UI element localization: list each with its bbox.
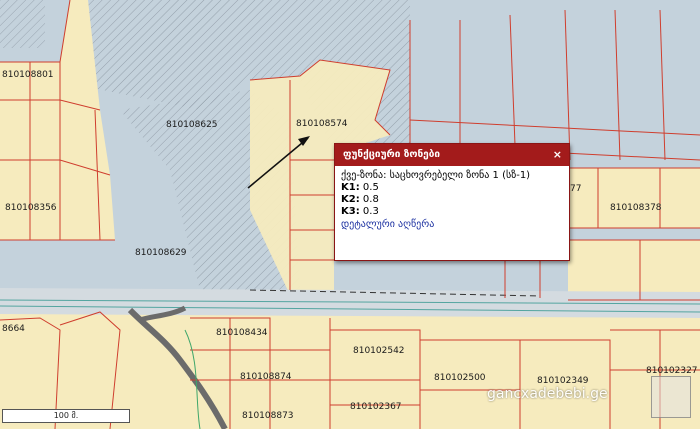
popup-header: ფუნქციური ზონები × [335,144,569,166]
k2-value: 0.8 [362,194,379,205]
parcel-label[interactable]: 8664 [2,324,25,334]
close-icon[interactable]: × [553,144,562,166]
k2-row: K2: 0.8 [341,194,563,206]
functional-zones-popup: ფუნქციური ზონები × ქვე-ზონა: საცხოვრებელ… [334,143,570,261]
popup-title: ფუნქციური ზონები [343,149,440,160]
k1-row: K1: 0.5 [341,182,563,194]
hatched-area-west [0,0,45,48]
residential-zone-east-mid [568,168,700,228]
watermark-text: gancxadebebi.ge [487,386,608,402]
parcel-label[interactable]: 810108434 [216,328,268,338]
parcel-label[interactable]: 810108356 [5,203,57,213]
cadastral-map[interactable]: 810108801 810108625 810108574 810108356 … [0,0,700,429]
parcel-label[interactable]: 810108625 [166,120,218,130]
parcel-label[interactable]: 810108801 [2,70,54,80]
k3-row: K3: 0.3 [341,206,563,218]
parcel-label[interactable]: 810102327 [646,366,698,376]
k2-label: K2: [341,194,360,205]
popup-body: ქვე-ზონა: საცხოვრებელი ზონა 1 (სზ-1) K1:… [335,166,569,235]
zone-value: საცხოვრებელი ზონა 1 (სზ-1) [389,170,531,181]
parcel-label[interactable]: 810108874 [240,372,292,382]
k3-value: 0.3 [362,206,379,217]
k1-value: 0.5 [362,182,379,193]
residential-zone-east-low [568,240,700,300]
parcel-label[interactable]: 810108378 [610,203,662,213]
parcel-label[interactable]: 810102500 [434,373,486,383]
scale-label: 100 მ. [53,411,79,420]
zone-label: ქვე-ზონა: [341,170,387,181]
watermark-stamp-icon [651,376,691,418]
detailed-description-link[interactable]: დეტალური აღწერა [341,219,434,231]
k1-label: K1: [341,182,360,193]
k3-label: K3: [341,206,360,217]
parcel-label[interactable]: 810102542 [353,346,405,356]
scale-bar: 100 მ. [2,409,130,423]
parcel-label[interactable]: 810102349 [537,376,589,386]
watermark: gancxadebebi.ge [487,386,608,402]
parcel-label[interactable]: 810108873 [242,411,294,421]
parcel-label[interactable]: 77 [570,184,581,194]
parcel-label[interactable]: 810108574 [296,119,348,129]
zone-row: ქვე-ზონა: საცხოვრებელი ზონა 1 (სზ-1) [341,170,563,182]
parcel-label[interactable]: 810108629 [135,248,187,258]
parcel-label[interactable]: 810102367 [350,402,402,412]
